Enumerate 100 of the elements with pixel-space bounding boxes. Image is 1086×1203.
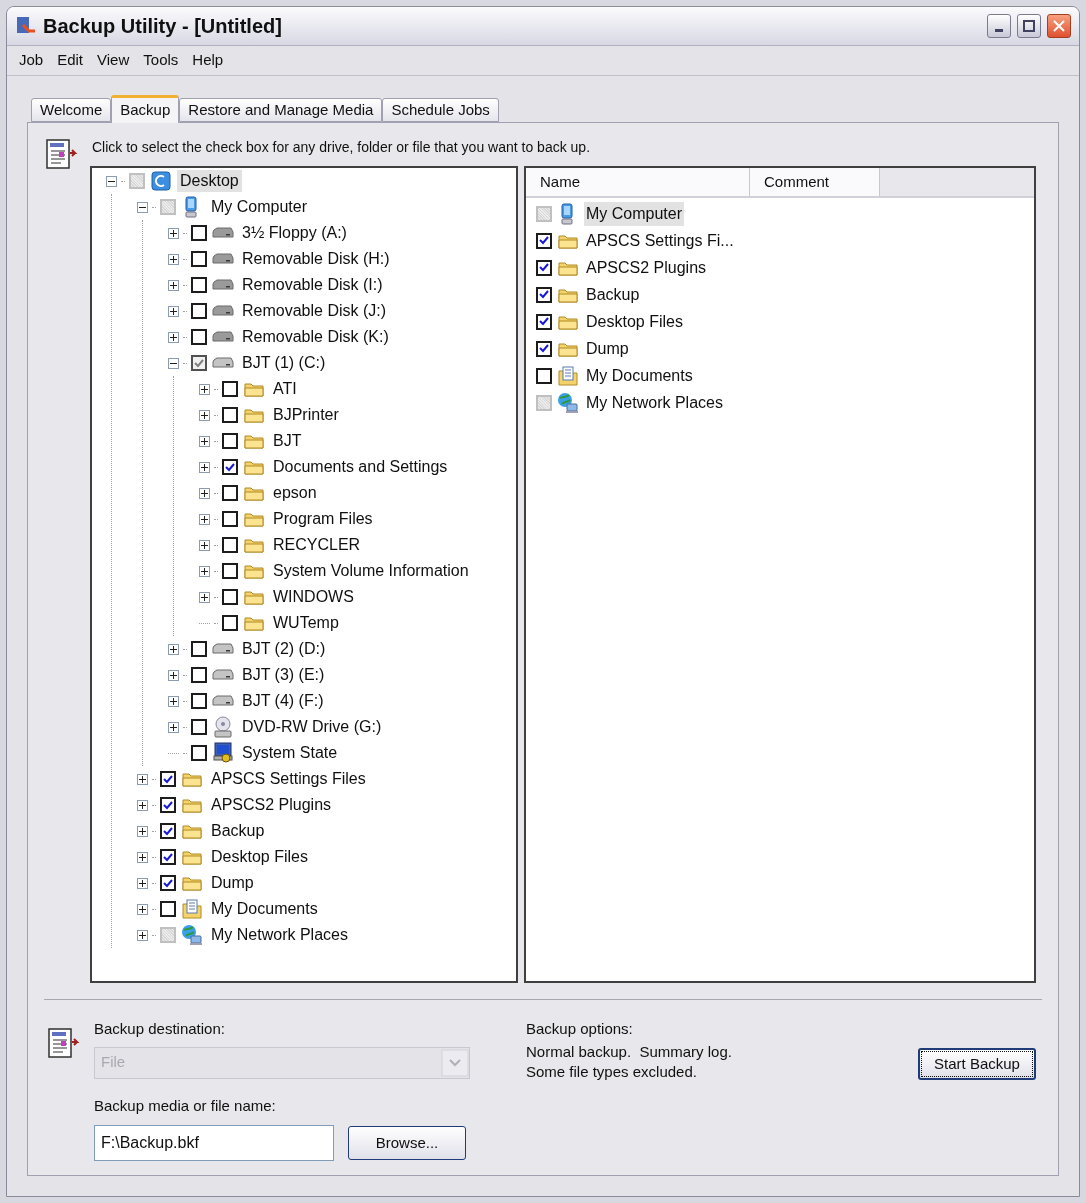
checkbox[interactable] xyxy=(160,771,176,787)
checkbox[interactable] xyxy=(191,225,207,241)
column-header[interactable]: Comment xyxy=(750,168,880,196)
tree-item[interactable]: Removable Disk (K:) xyxy=(239,326,392,348)
start-backup-button[interactable]: Start Backup xyxy=(918,1048,1036,1080)
checkbox[interactable] xyxy=(160,823,176,839)
checkbox[interactable] xyxy=(160,849,176,865)
expand-toggle[interactable] xyxy=(168,253,179,265)
checkbox[interactable] xyxy=(222,459,238,475)
expand-toggle[interactable] xyxy=(168,279,179,291)
expand-toggle[interactable] xyxy=(168,331,179,343)
checkbox[interactable] xyxy=(222,537,238,553)
column-header[interactable]: Name xyxy=(526,168,750,196)
checkbox[interactable] xyxy=(222,615,238,631)
checkbox[interactable] xyxy=(222,433,238,449)
tree-item[interactable]: Desktop xyxy=(177,170,242,192)
tab[interactable]: Schedule Jobs xyxy=(382,98,499,122)
checkbox[interactable] xyxy=(222,563,238,579)
tree-item[interactable]: My Documents xyxy=(208,898,321,920)
checkbox[interactable] xyxy=(191,329,207,345)
tree-item[interactable]: BJT xyxy=(270,430,305,452)
checkbox[interactable] xyxy=(191,251,207,267)
file-name-field[interactable]: F:\Backup.bkf xyxy=(94,1125,334,1161)
tree-item[interactable]: Removable Disk (H:) xyxy=(239,248,393,270)
checkbox[interactable] xyxy=(222,485,238,501)
checkbox[interactable] xyxy=(222,407,238,423)
checkbox[interactable] xyxy=(191,667,207,683)
expand-toggle[interactable] xyxy=(199,487,210,499)
checkbox[interactable] xyxy=(536,340,552,357)
list-item[interactable]: My Computer xyxy=(584,201,685,226)
expand-toggle[interactable] xyxy=(199,435,210,447)
expand-toggle[interactable] xyxy=(137,773,148,785)
menu-item[interactable]: View xyxy=(97,49,130,72)
menu-item[interactable]: Help xyxy=(192,49,224,72)
expand-toggle[interactable] xyxy=(137,851,148,863)
tree-item[interactable]: Backup xyxy=(208,820,268,842)
expand-toggle[interactable] xyxy=(137,929,148,941)
expand-toggle[interactable] xyxy=(168,669,179,681)
tree-item[interactable]: DVD-RW Drive (G:) xyxy=(239,716,385,738)
tree-item[interactable]: ATI xyxy=(270,378,300,400)
tree-item[interactable]: System State xyxy=(239,742,341,764)
tab[interactable]: Restore and Manage Media xyxy=(179,98,383,122)
expand-toggle[interactable] xyxy=(199,409,210,421)
list-item[interactable]: My Network Places xyxy=(584,390,725,415)
checkbox[interactable] xyxy=(191,719,207,735)
expand-toggle[interactable] xyxy=(168,695,179,707)
list-item[interactable]: Dump xyxy=(584,336,631,361)
tree-item[interactable]: APSCS Settings Files xyxy=(208,768,369,790)
expand-toggle[interactable] xyxy=(137,903,148,915)
collapse-toggle[interactable] xyxy=(106,175,117,187)
tree-item[interactable]: APSCS2 Plugins xyxy=(208,794,335,816)
checkbox[interactable] xyxy=(222,381,238,397)
checkbox[interactable] xyxy=(191,745,207,761)
tree-item[interactable]: BJT (2) (D:) xyxy=(239,638,329,660)
tree-item[interactable]: BJT (4) (F:) xyxy=(239,690,327,712)
tree-item[interactable]: Dump xyxy=(208,872,257,894)
list-item[interactable]: Desktop Files xyxy=(584,309,685,334)
tree-item[interactable]: BJT (1) (C:) xyxy=(239,352,329,374)
menu-item[interactable]: Job xyxy=(19,49,44,72)
tree-item[interactable]: WINDOWS xyxy=(270,586,357,608)
checkbox[interactable] xyxy=(160,901,176,917)
list-item[interactable]: APSCS Settings Fi... xyxy=(584,228,736,253)
expand-toggle[interactable] xyxy=(168,305,179,317)
expand-toggle[interactable] xyxy=(199,461,210,473)
tab[interactable]: Backup xyxy=(111,95,180,123)
checkbox[interactable] xyxy=(222,511,238,527)
expand-toggle[interactable] xyxy=(199,383,210,395)
tree-item[interactable]: 3½ Floppy (A:) xyxy=(239,222,350,244)
collapse-toggle[interactable] xyxy=(168,357,179,369)
list-item[interactable]: Backup xyxy=(584,282,642,307)
collapse-toggle[interactable] xyxy=(137,201,148,213)
checkbox[interactable] xyxy=(536,259,552,276)
tree-item[interactable]: Program Files xyxy=(270,508,376,530)
menu-item[interactable]: Edit xyxy=(57,49,84,72)
expand-toggle[interactable] xyxy=(168,227,179,239)
expand-toggle[interactable] xyxy=(137,825,148,837)
tree-item[interactable]: My Network Places xyxy=(208,924,351,946)
checkbox[interactable] xyxy=(160,875,176,891)
tab[interactable]: Welcome xyxy=(31,98,112,122)
expand-toggle[interactable] xyxy=(199,591,210,603)
checkbox[interactable] xyxy=(191,303,207,319)
tree-item[interactable]: My Computer xyxy=(208,196,311,218)
expand-toggle[interactable] xyxy=(199,513,210,525)
list-item[interactable]: APSCS2 Plugins xyxy=(584,255,709,280)
tree-item[interactable]: epson xyxy=(270,482,320,504)
tree-item[interactable]: Removable Disk (I:) xyxy=(239,274,386,296)
checkbox[interactable] xyxy=(536,286,552,303)
expand-toggle[interactable] xyxy=(199,565,210,577)
tree-item[interactable]: RECYCLER xyxy=(270,534,364,556)
expand-toggle[interactable] xyxy=(168,721,179,733)
expand-toggle[interactable] xyxy=(137,877,148,889)
browse-button[interactable]: Browse... xyxy=(348,1126,466,1160)
checkbox[interactable] xyxy=(536,367,552,384)
tree-item[interactable]: BJPrinter xyxy=(270,404,342,426)
expand-toggle[interactable] xyxy=(137,799,148,811)
tree-item[interactable]: BJT (3) (E:) xyxy=(239,664,328,686)
tree-item[interactable]: System Volume Information xyxy=(270,560,472,582)
tree-item[interactable]: Documents and Settings xyxy=(270,456,451,478)
close-button[interactable] xyxy=(1047,14,1071,39)
expand-toggle[interactable] xyxy=(168,643,179,655)
